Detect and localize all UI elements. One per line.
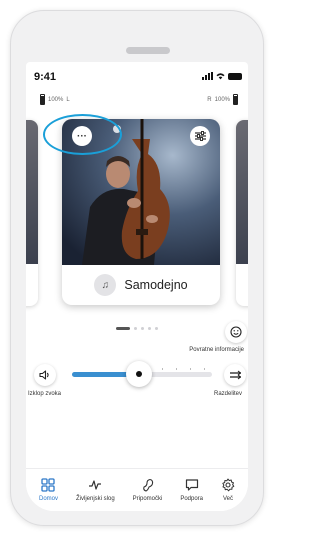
tab-support[interactable]: Podpora bbox=[180, 478, 203, 502]
program-settings-button[interactable] bbox=[190, 126, 210, 146]
music-note-icon: ♫ bbox=[94, 274, 117, 296]
smiley-icon bbox=[230, 326, 242, 338]
volume-knob[interactable] bbox=[126, 361, 152, 387]
tab-label: Podpora bbox=[180, 496, 204, 502]
page-dot[interactable] bbox=[134, 327, 137, 330]
sliders-icon bbox=[194, 131, 206, 141]
right-battery-icon bbox=[233, 94, 238, 105]
knob-center-dot bbox=[136, 371, 142, 377]
right-aid-battery: R 100% bbox=[207, 94, 238, 105]
wifi-icon bbox=[216, 73, 225, 80]
split-icon bbox=[229, 370, 241, 380]
status-bar: 9:41 bbox=[26, 62, 248, 90]
split-button[interactable] bbox=[224, 364, 246, 386]
split-label: Razdelitev bbox=[213, 391, 242, 397]
right-battery-percent: 100% bbox=[214, 96, 230, 103]
page-dot[interactable] bbox=[141, 327, 144, 330]
speaker-icon bbox=[39, 370, 49, 380]
tab-lifestyle[interactable]: Življenjski slog bbox=[76, 478, 115, 502]
chat-icon bbox=[185, 479, 198, 491]
volume-tick bbox=[176, 368, 177, 370]
system-icons bbox=[202, 72, 242, 80]
program-photo: ··· bbox=[62, 119, 220, 265]
more-dots-icon: ··· bbox=[77, 130, 87, 142]
left-battery-icon bbox=[40, 94, 45, 105]
previous-program-image bbox=[26, 120, 38, 264]
tab-devices[interactable]: Pripomočki bbox=[132, 478, 163, 502]
hearing-aid-icon bbox=[142, 478, 153, 492]
tab-label: Več bbox=[222, 496, 233, 502]
cellular-signal-icon bbox=[202, 72, 213, 80]
home-grid-icon bbox=[41, 478, 56, 492]
mute-button[interactable] bbox=[34, 364, 56, 386]
hearing-aid-battery-row: 100% L R 100% bbox=[26, 94, 248, 108]
page-dot[interactable] bbox=[155, 327, 158, 330]
left-battery-percent: 100% bbox=[48, 96, 64, 103]
gear-icon bbox=[222, 478, 235, 492]
status-time: 9:41 bbox=[34, 71, 57, 83]
left-aid-battery: 100% L bbox=[40, 94, 70, 105]
volume-slider[interactable] bbox=[72, 361, 212, 387]
previous-program-card[interactable] bbox=[26, 120, 38, 306]
phone-speaker bbox=[126, 47, 170, 54]
page-dot-active[interactable] bbox=[116, 327, 130, 330]
battery-icon bbox=[228, 73, 242, 80]
program-label-row: ♫ Samodejno bbox=[62, 265, 220, 305]
program-card[interactable]: ··· ♫ Samodejno bbox=[62, 119, 220, 305]
mute-label: Izklop zvoka bbox=[28, 391, 62, 397]
more-options-button[interactable]: ··· bbox=[72, 126, 92, 146]
feedback-button[interactable] bbox=[225, 321, 247, 343]
page-dot[interactable] bbox=[148, 327, 151, 330]
app-screen: 9:41 100% L R 100% ··· ♫ Samodejno Povra… bbox=[26, 62, 248, 511]
feedback-label: Povratne informacije bbox=[189, 347, 244, 353]
left-aid-side: L bbox=[66, 96, 70, 103]
next-program-card[interactable] bbox=[236, 120, 248, 306]
tab-more[interactable]: Več bbox=[221, 478, 235, 502]
activity-icon bbox=[89, 480, 102, 490]
next-program-image bbox=[236, 120, 248, 264]
volume-tick bbox=[162, 368, 163, 370]
tab-label: Pripomočki bbox=[132, 496, 163, 502]
right-aid-side: R bbox=[207, 96, 212, 103]
page-indicator[interactable] bbox=[116, 327, 158, 330]
tab-home[interactable]: Domov bbox=[39, 478, 58, 502]
tab-label: Življenjski slog bbox=[75, 496, 115, 502]
program-name: Samodejno bbox=[124, 278, 188, 292]
tab-label: Domov bbox=[38, 496, 58, 502]
volume-tick bbox=[190, 368, 191, 370]
volume-tick bbox=[204, 368, 205, 370]
tab-bar: Domov Življenjski slog Pripomočki Podpor… bbox=[26, 468, 248, 511]
